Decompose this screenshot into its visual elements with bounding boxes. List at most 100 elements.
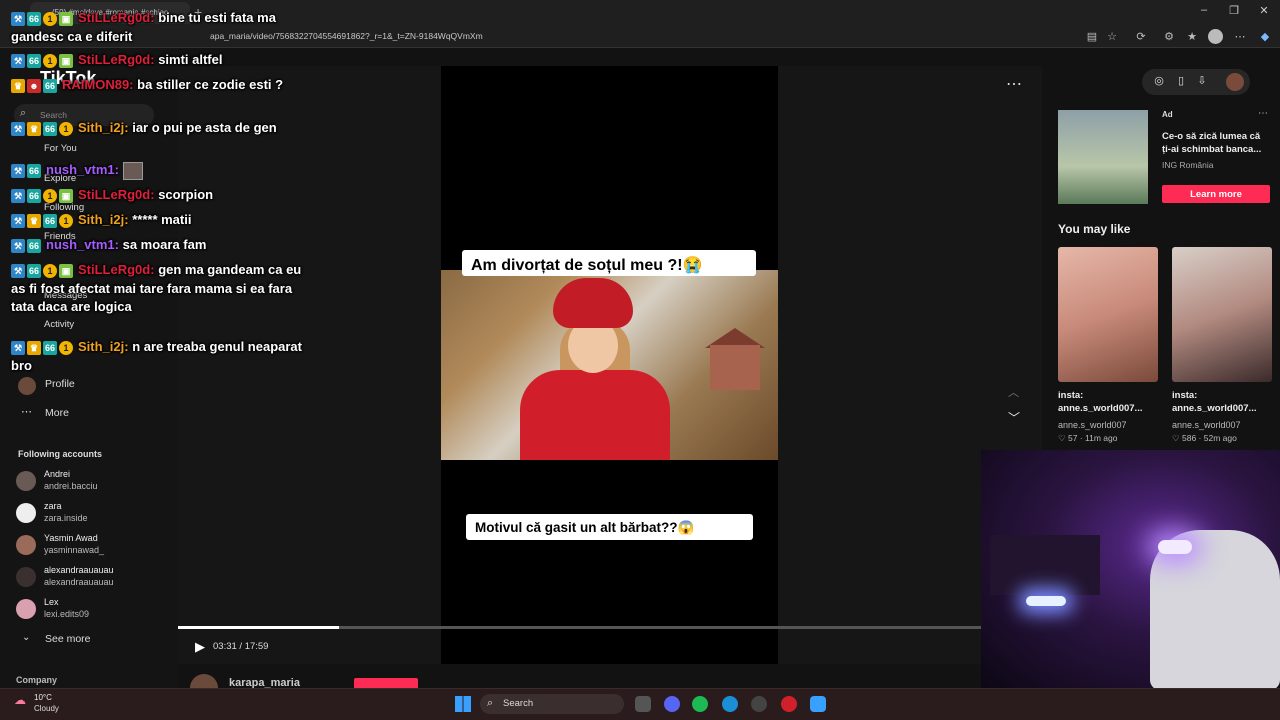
profile-icon bbox=[18, 377, 36, 395]
device-icon[interactable]: ▯ bbox=[1174, 74, 1188, 87]
following-account-username: zara.inside bbox=[44, 513, 88, 523]
suggestion-title[interactable]: insta: anne.s_world007... bbox=[1058, 389, 1160, 415]
mod-badge-icon: ⚒ bbox=[11, 264, 25, 279]
chat-text: sa moara fam bbox=[122, 237, 207, 252]
mod-badge-icon: ⚒ bbox=[11, 239, 25, 254]
chat-username[interactable]: StiLLeRg0d: bbox=[78, 10, 155, 25]
refresh-icon[interactable]: ⟳ bbox=[1133, 30, 1149, 43]
steam-icon[interactable] bbox=[751, 696, 767, 712]
chat-text: scorpion bbox=[158, 187, 214, 202]
following-account-name[interactable]: Yasmin Awad bbox=[44, 533, 98, 543]
avatar[interactable] bbox=[16, 503, 36, 523]
menu-dots-icon[interactable]: ⋯ bbox=[1232, 30, 1248, 43]
coin-badge-icon: 1 bbox=[59, 122, 73, 137]
chat-badges: ⚒ ♛ 66 1 bbox=[11, 120, 75, 138]
suggestion-title[interactable]: insta: anne.s_world007... bbox=[1172, 389, 1274, 415]
avatar[interactable] bbox=[16, 599, 36, 619]
suggestion-thumbnail[interactable] bbox=[1172, 247, 1272, 382]
chevron-down-icon[interactable]: ﹀ bbox=[1008, 409, 1020, 426]
edge-icon[interactable] bbox=[722, 696, 738, 712]
download-icon[interactable]: ⇩ bbox=[1195, 74, 1209, 87]
chat-username[interactable]: StiLLeRg0d: bbox=[78, 262, 155, 277]
maximize-icon[interactable]: ❐ bbox=[1224, 4, 1244, 17]
extensions-icon[interactable]: ⚙ bbox=[1161, 30, 1177, 43]
suggestion-username[interactable]: anne.s_world007 bbox=[1172, 420, 1241, 430]
avatar[interactable] bbox=[1226, 73, 1244, 91]
chat-username[interactable]: Sith_i2j: bbox=[78, 212, 129, 227]
sidebar-item-more[interactable]: More bbox=[45, 407, 69, 419]
taskbar-search-label: Search bbox=[503, 698, 534, 709]
mod-badge-icon: ⚒ bbox=[11, 214, 25, 229]
coin-icon[interactable]: ◎ bbox=[1152, 74, 1166, 87]
suggestion-thumbnail[interactable] bbox=[1058, 247, 1158, 382]
weather-temperature[interactable]: 10°C bbox=[34, 693, 52, 702]
chat-username[interactable]: Sith_i2j: bbox=[78, 120, 129, 135]
following-accounts-heading: Following accounts bbox=[18, 449, 103, 459]
taskbar-search-input[interactable] bbox=[480, 694, 624, 714]
avatar[interactable] bbox=[16, 535, 36, 555]
webcam-lamp-shape bbox=[1158, 540, 1192, 554]
ad-thumbnail[interactable] bbox=[1058, 110, 1148, 204]
following-account-username: yasminnawad_ bbox=[44, 545, 105, 555]
mod-badge-icon: ⚒ bbox=[11, 12, 25, 27]
chat-username[interactable]: Sith_i2j: bbox=[78, 339, 129, 354]
webcam-shelf-shape bbox=[990, 535, 1100, 595]
coin-badge-icon: 1 bbox=[43, 12, 57, 27]
weather-description[interactable]: Cloudy bbox=[34, 704, 59, 713]
chevron-up-icon[interactable]: ︿ bbox=[1008, 384, 1019, 400]
ad-brand: ING România bbox=[1162, 160, 1214, 170]
following-account-name[interactable]: alexandraauauau bbox=[44, 565, 114, 575]
chat-message: ⚒ 66 nush_vtm1: sa moara fam bbox=[11, 236, 311, 255]
video-time: 03:31 / 17:59 bbox=[213, 641, 269, 652]
chat-username[interactable]: StiLLeRg0d: bbox=[78, 52, 155, 67]
gift-badge-icon: ▣ bbox=[59, 12, 73, 27]
discord-icon[interactable] bbox=[664, 696, 680, 712]
obs-icon[interactable] bbox=[781, 696, 797, 712]
sidebar-item-for-you[interactable]: For You bbox=[44, 143, 77, 154]
favorites-icon[interactable]: ★ bbox=[1184, 30, 1200, 43]
coin-badge-icon: 1 bbox=[59, 341, 73, 356]
crown-badge-icon: ♛ bbox=[27, 214, 41, 229]
see-more-button[interactable]: See more bbox=[45, 633, 91, 645]
chat-message: ⚒ 66 1 ▣ StiLLeRg0d: scorpion bbox=[11, 186, 311, 205]
favorite-star-icon[interactable]: ☆ bbox=[1104, 30, 1120, 43]
avatar[interactable] bbox=[16, 471, 36, 491]
sub-badge-icon: 66 bbox=[27, 239, 41, 254]
minimize-icon[interactable]: – bbox=[1194, 4, 1214, 16]
task-view-icon[interactable] bbox=[635, 696, 651, 712]
spotify-icon[interactable] bbox=[692, 696, 708, 712]
play-icon[interactable]: ▶ bbox=[195, 639, 205, 655]
chat-badges: ⚒ ♛ 66 1 bbox=[11, 212, 75, 230]
windows-start-icon[interactable] bbox=[455, 696, 471, 712]
sidebar-item-activity[interactable]: Activity bbox=[44, 319, 74, 330]
suggestion-username[interactable]: anne.s_world007 bbox=[1058, 420, 1127, 430]
weather-icon: ☁ bbox=[14, 693, 26, 707]
app-icon[interactable] bbox=[810, 696, 826, 712]
close-icon[interactable]: ✕ bbox=[1254, 4, 1274, 17]
sub-badge-icon: 66 bbox=[27, 164, 41, 179]
copilot-icon[interactable]: ◆ bbox=[1257, 30, 1273, 43]
more-options-icon[interactable]: ⋯ bbox=[1006, 74, 1022, 94]
chat-username[interactable]: StiLLeRg0d: bbox=[78, 187, 155, 202]
chat-badges: ⚒ ♛ 66 1 bbox=[11, 339, 75, 357]
mod-badge-icon: ⚒ bbox=[11, 122, 25, 137]
following-account-username: alexandraauauau bbox=[44, 577, 114, 587]
learn-more-button[interactable]: Learn more bbox=[1162, 185, 1270, 203]
sub-badge-icon: 66 bbox=[43, 341, 57, 356]
reader-icon[interactable]: ▤ bbox=[1084, 30, 1100, 43]
chat-badges: ⚒ 66 bbox=[11, 162, 43, 180]
profile-avatar[interactable] bbox=[1208, 29, 1223, 44]
chat-username[interactable]: nush_vtm1: bbox=[46, 162, 119, 177]
ad-more-icon[interactable]: ⋯ bbox=[1258, 108, 1268, 119]
ad-title[interactable]: Ce-o să zică lumea că ți-ai schimbat ban… bbox=[1162, 130, 1270, 156]
chat-username[interactable]: RAIMON89: bbox=[62, 77, 134, 92]
following-account-name[interactable]: zara bbox=[44, 501, 62, 511]
sidebar-item-profile[interactable]: Profile bbox=[45, 378, 75, 390]
following-account-name[interactable]: Lex bbox=[44, 597, 59, 607]
suggestion-likes: 57 bbox=[1068, 433, 1078, 443]
following-account-name[interactable]: Andrei bbox=[44, 469, 70, 479]
chat-username[interactable]: nush_vtm1: bbox=[46, 237, 119, 252]
company-link[interactable]: Company bbox=[16, 675, 57, 685]
avatar[interactable] bbox=[16, 567, 36, 587]
video-progress-fill[interactable] bbox=[178, 626, 339, 629]
